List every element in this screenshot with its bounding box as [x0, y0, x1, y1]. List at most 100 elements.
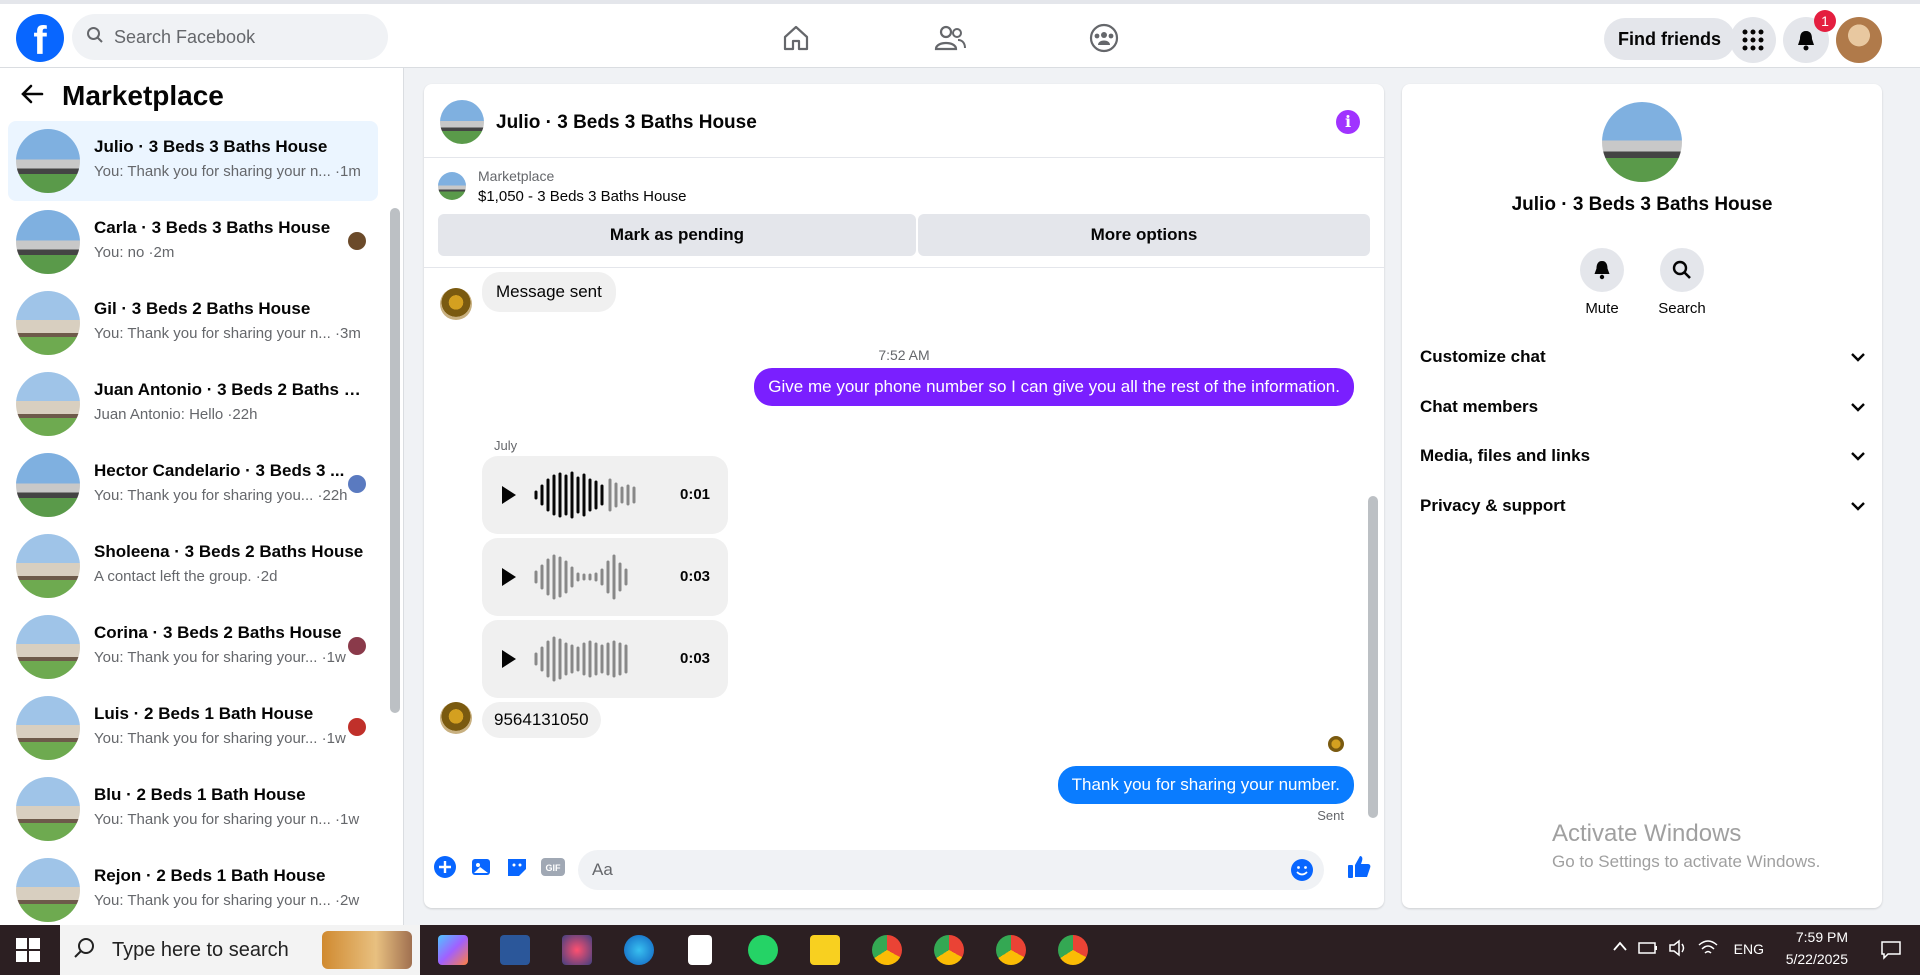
chrome-icon[interactable] [1058, 935, 1088, 965]
conversation-name: Corina · 3 Beds 2 Baths House [94, 623, 342, 642]
listing-price[interactable]: $1,050 - 3 Beds 3 Baths House [478, 188, 686, 205]
info-icon[interactable]: i [1336, 110, 1360, 134]
message-input[interactable] [592, 860, 1232, 880]
home-icon[interactable] [778, 20, 814, 56]
gif-icon[interactable]: GIF [540, 854, 566, 880]
chrome-icon[interactable] [996, 935, 1026, 965]
audio-duration: 0:03 [680, 568, 711, 585]
sidebar-scrollbar[interactable] [390, 208, 400, 713]
sticker-icon[interactable] [504, 854, 530, 880]
conversation-item[interactable]: Julio · 3 Beds 3 Baths House You: Thank … [8, 121, 378, 201]
conversation-name: Rejon · 2 Beds 1 Bath House [94, 866, 326, 885]
edge-icon[interactable] [624, 935, 654, 965]
sender-avatar [440, 288, 472, 320]
media-files-links-section[interactable]: Media, files and links [1420, 434, 1866, 478]
windows-start-icon[interactable] [16, 938, 40, 962]
voice-message[interactable]: 0:01 [482, 456, 728, 534]
waveform-icon [534, 636, 628, 682]
mute-button[interactable]: Mute [1562, 248, 1642, 317]
conversation-item[interactable]: Blu · 2 Beds 1 Bath House You: Thank you… [8, 769, 378, 849]
groups-icon[interactable] [1086, 20, 1122, 56]
message-status: Sent [1317, 808, 1344, 823]
wifi-icon[interactable] [1698, 939, 1718, 961]
customize-chat-section[interactable]: Customize chat [1420, 335, 1866, 379]
file-icon[interactable] [688, 935, 712, 965]
conversation-item[interactable]: Juan Antonio · 3 Beds 2 Baths H... Juan … [8, 364, 378, 444]
message-timestamp: 7:52 AM [878, 347, 930, 363]
privacy-support-section[interactable]: Privacy & support [1420, 484, 1866, 528]
listing-thumbnail [16, 129, 80, 193]
friends-icon[interactable] [932, 20, 968, 56]
chat-title[interactable]: Julio · 3 Beds 3 Baths House [496, 112, 757, 134]
conversation-name: Luis · 2 Beds 1 Bath House [94, 704, 314, 723]
chat-members-section[interactable]: Chat members [1420, 385, 1866, 429]
facebook-search-box[interactable] [72, 14, 388, 60]
clock-date[interactable]: 5/22/2025 [1758, 951, 1848, 967]
conversation-item[interactable]: Gil · 3 Beds 2 Baths House You: Thank yo… [8, 283, 378, 363]
thumbs-up-icon[interactable] [1346, 854, 1372, 880]
play-icon[interactable] [502, 650, 516, 668]
voice-message[interactable]: 0:03 [482, 538, 728, 616]
conversation-name: Sholeena · 3 Beds 2 Baths House [94, 542, 364, 561]
plus-icon[interactable] [432, 854, 458, 880]
audio-duration: 0:01 [680, 486, 711, 503]
word-icon[interactable] [500, 935, 530, 965]
notification-center-icon[interactable] [1880, 939, 1902, 965]
emoji-icon[interactable] [1290, 858, 1314, 887]
conversation-preview: You: Thank you for sharing your n... ·1w [94, 811, 360, 828]
incoming-message: 9564131050 [482, 702, 601, 738]
volume-icon[interactable] [1668, 939, 1688, 961]
conversation-preview: You: Thank you for sharing you... ·22h [94, 487, 348, 504]
page-title: Marketplace [62, 80, 224, 111]
chevron-up-icon[interactable] [1612, 939, 1628, 956]
chevron-down-icon [1850, 347, 1866, 367]
listing-thumbnail [16, 777, 80, 841]
play-icon[interactable] [502, 568, 516, 586]
voice-message[interactable]: 0:03 [482, 620, 728, 698]
conversation-item[interactable]: Sholeena · 3 Beds 2 Baths House A contac… [8, 526, 378, 606]
whatsapp-icon[interactable] [748, 935, 778, 965]
conversation-item[interactable]: Hector Candelario · 3 Beds 3 ... You: Th… [8, 445, 378, 525]
back-arrow-icon[interactable] [20, 83, 44, 110]
marketplace-conversation-list: Marketplace Julio · 3 Beds 3 Baths House… [0, 68, 404, 925]
taskbar-search-box[interactable]: Type here to search [60, 925, 420, 975]
sticky-notes-icon[interactable] [810, 935, 840, 965]
chrome-icon[interactable] [934, 935, 964, 965]
battery-icon[interactable] [1638, 941, 1658, 959]
search-icon [86, 26, 104, 49]
facebook-logo[interactable]: f [16, 14, 64, 62]
search-icon [74, 937, 96, 964]
message-input-field[interactable] [578, 850, 1324, 890]
find-friends-button[interactable]: Find friends [1604, 18, 1735, 60]
conversation-item[interactable]: Luis · 2 Beds 1 Bath House You: Thank yo… [8, 688, 378, 768]
paint-icon[interactable] [562, 935, 592, 965]
mark-as-pending-button[interactable]: Mark as pending [438, 214, 916, 256]
conversation-item[interactable]: Corina · 3 Beds 2 Baths House You: Thank… [8, 607, 378, 687]
conversation-preview: You: Thank you for sharing your... ·1w [94, 649, 346, 666]
listing-thumbnail [16, 534, 80, 598]
search-input[interactable] [114, 26, 354, 48]
more-options-button[interactable]: More options [918, 214, 1370, 256]
listing-thumbnail [438, 172, 466, 200]
conversation-item[interactable]: Carla · 3 Beds 3 Baths House You: no ·2m [8, 202, 378, 282]
conversation-name: Blu · 2 Beds 1 Bath House [94, 785, 306, 804]
windows-taskbar: Type here to search ENG 7:59 PM 5/22/202… [0, 925, 1920, 975]
message-thread: Message sent 7:52 AM Give me your phone … [424, 268, 1384, 828]
seen-avatar [1328, 736, 1344, 752]
photo-icon[interactable] [468, 854, 494, 880]
clock-time[interactable]: 7:59 PM [1758, 929, 1848, 945]
chat-avatar[interactable] [440, 100, 484, 144]
play-icon[interactable] [502, 486, 516, 504]
section-label: Chat members [1420, 397, 1539, 416]
conversation-item[interactable]: Rejon · 2 Beds 1 Bath House You: Thank y… [8, 850, 378, 924]
menu-grid-icon[interactable] [1730, 17, 1776, 63]
search-button[interactable]: Search [1642, 248, 1722, 317]
copilot-icon[interactable] [438, 935, 468, 965]
chrome-icon[interactable] [872, 935, 902, 965]
profile-avatar[interactable] [1836, 17, 1882, 63]
section-label: Media, files and links [1420, 446, 1591, 465]
conversation-preview: You: Thank you for sharing your... ·1w [94, 730, 346, 747]
listing-thumbnail [16, 453, 80, 517]
seen-avatar [348, 232, 366, 250]
chat-scrollbar[interactable] [1368, 496, 1378, 818]
